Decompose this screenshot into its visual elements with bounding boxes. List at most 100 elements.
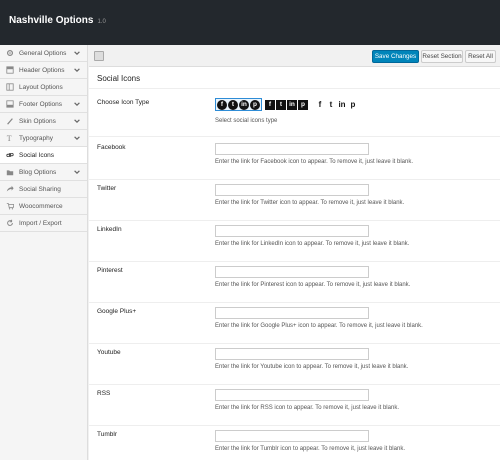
linkedin-field-row: LinkedIn Enter the link for LinkedIn icon… — [89, 220, 500, 262]
main-content: Social Icons Choose Icon Type f t in p f t in… — [89, 67, 500, 460]
chevron-down-icon[interactable] — [73, 117, 81, 125]
facebook-icon: f — [265, 99, 275, 110]
linkedin-icon: in — [287, 99, 297, 110]
sidebar-item-blog-options[interactable]: Blog Options — [0, 164, 87, 181]
google-plus-url-input[interactable] — [215, 307, 369, 319]
sidebar-item-general-options[interactable]: General Options — [0, 45, 87, 62]
svg-text:T: T — [7, 134, 12, 142]
rss-field-row: RSS Enter the link for RSS icon to appear… — [89, 384, 500, 426]
header-icon — [5, 65, 15, 75]
section-title: Social Icons — [97, 74, 141, 83]
sidebar-item-layout-options[interactable]: Layout Options — [0, 79, 87, 96]
twitter-url-input[interactable] — [215, 184, 369, 196]
rss-label: RSS — [97, 390, 111, 397]
google-plus-label: Google Plus+ — [97, 308, 137, 315]
linkedin-icon: in — [338, 100, 346, 109]
pinterest-icon: p — [350, 100, 356, 109]
tumblr-label: Tumblr — [97, 431, 117, 438]
tumblr-description: Enter the link for Tumblr icon to appear… — [215, 446, 405, 452]
share-icon — [5, 184, 15, 194]
sidebar-item-label: Header Options — [19, 66, 65, 74]
twitter-label: Twitter — [97, 185, 117, 192]
youtube-url-input[interactable] — [215, 348, 369, 360]
google-plus-field-row: Google Plus+ Enter the link for Google Pl… — [89, 302, 500, 344]
facebook-label: Facebook — [97, 144, 126, 151]
pinterest-icon: p — [298, 99, 308, 110]
icon-type-description: Select social icons type — [215, 118, 278, 124]
reset-section-button[interactable]: Reset Section — [421, 50, 463, 63]
chevron-down-icon[interactable] — [73, 66, 81, 74]
sidebar-item-social-sharing[interactable]: Social Sharing — [0, 181, 87, 198]
reset-all-button[interactable]: Reset All — [465, 50, 496, 63]
rss-url-input[interactable] — [215, 389, 369, 401]
sidebar-item-label: Typography — [19, 134, 53, 142]
chevron-down-icon[interactable] — [73, 134, 81, 142]
facebook-url-input[interactable] — [215, 143, 369, 155]
sidebar-item-label: Layout Options — [19, 83, 63, 91]
youtube-description: Enter the link for Youtube icon to appea… — [215, 364, 409, 370]
chevron-down-icon[interactable] — [73, 168, 81, 176]
gear-icon — [5, 48, 15, 58]
twitter-field-row: Twitter Enter the link for Twitter icon t… — [89, 179, 500, 221]
chevron-down-icon[interactable] — [73, 100, 81, 108]
youtube-field-row: Youtube Enter the link for Youtube icon t… — [89, 343, 500, 385]
facebook-field-row: Facebook Enter the link for Facebook icon… — [89, 138, 500, 180]
tumblr-field-row: Tumblr Enter the link for Tumblr icon to … — [89, 425, 500, 460]
twitter-icon: t — [329, 100, 333, 109]
icon-set-circle[interactable]: f t in p — [215, 98, 262, 111]
sidebar-item-label: Import / Export — [19, 219, 62, 227]
sidebar-item-label: Blog Options — [19, 168, 57, 176]
pinterest-label: Pinterest — [97, 267, 123, 274]
footer-icon — [5, 99, 15, 109]
facebook-icon: f — [217, 99, 227, 110]
folder-icon — [5, 167, 15, 177]
pinterest-icon: p — [250, 99, 260, 110]
version-label: 1.0 — [97, 19, 106, 25]
sidebar-item-label: Social Icons — [19, 151, 55, 159]
save-changes-button[interactable]: Save Changes — [372, 50, 419, 63]
link-icon — [5, 150, 15, 160]
linkedin-description: Enter the link for LinkedIn icon to appe… — [215, 241, 410, 247]
sidebar-item-label: Footer Options — [19, 100, 62, 108]
linkedin-icon: in — [239, 99, 249, 110]
sidebar-item-social-icons[interactable]: Social Icons — [0, 147, 87, 164]
pinterest-url-input[interactable] — [215, 266, 369, 278]
icon-type-row: Choose Icon Type f t in p f t in p f t in p Selec… — [89, 89, 500, 137]
sidebar-item-skin-options[interactable]: Skin Options — [0, 113, 87, 130]
icon-set-square[interactable]: f t in p — [264, 98, 309, 111]
sidebar-item-footer-options[interactable]: Footer Options — [0, 96, 87, 113]
tumblr-url-input[interactable] — [215, 430, 369, 442]
toolbar: Save Changes Reset Section Reset All — [89, 45, 500, 67]
youtube-label: Youtube — [97, 349, 121, 356]
cart-icon — [5, 201, 15, 211]
page-title: Nashville Options 1.0 — [9, 15, 106, 26]
sidebar-item-header-options[interactable]: Header Options — [0, 62, 87, 79]
linkedin-label: LinkedIn — [97, 226, 122, 233]
brush-icon — [5, 116, 15, 126]
icon-type-label: Choose Icon Type — [97, 99, 150, 106]
sidebar-item-label: Skin Options — [19, 117, 56, 125]
sidebar-item-import-export[interactable]: Import / Export — [0, 215, 87, 232]
facebook-description: Enter the link for Facebook icon to appe… — [215, 159, 413, 165]
sidebar-item-label: Social Sharing — [19, 185, 61, 193]
chevron-down-icon[interactable] — [73, 49, 81, 57]
sidebar-item-label: Woocommerce — [19, 202, 63, 210]
typography-icon: T — [5, 133, 15, 143]
twitter-icon: t — [276, 99, 286, 110]
twitter-description: Enter the link for Twitter icon to appea… — [215, 200, 405, 206]
grid-icon[interactable] — [94, 51, 104, 61]
pinterest-field-row: Pinterest Enter the link for Pinterest ic… — [89, 261, 500, 303]
admin-header: Nashville Options 1.0 — [0, 0, 500, 45]
refresh-icon — [5, 218, 15, 228]
twitter-icon: t — [228, 99, 238, 110]
pinterest-description: Enter the link for Pinterest icon to app… — [215, 282, 411, 288]
sidebar-item-typography[interactable]: T Typography — [0, 130, 87, 147]
facebook-icon: f — [318, 100, 322, 109]
sidebar-item-label: General Options — [19, 49, 67, 57]
linkedin-url-input[interactable] — [215, 225, 369, 237]
icon-set-plain[interactable]: f t in p — [314, 98, 359, 111]
sidebar: General Options Header Options Layout Opti… — [0, 45, 88, 460]
sidebar-item-woocommerce[interactable]: Woocommerce — [0, 198, 87, 215]
google-plus-description: Enter the link for Google Plus+ icon to … — [215, 323, 423, 329]
layout-icon — [5, 82, 15, 92]
